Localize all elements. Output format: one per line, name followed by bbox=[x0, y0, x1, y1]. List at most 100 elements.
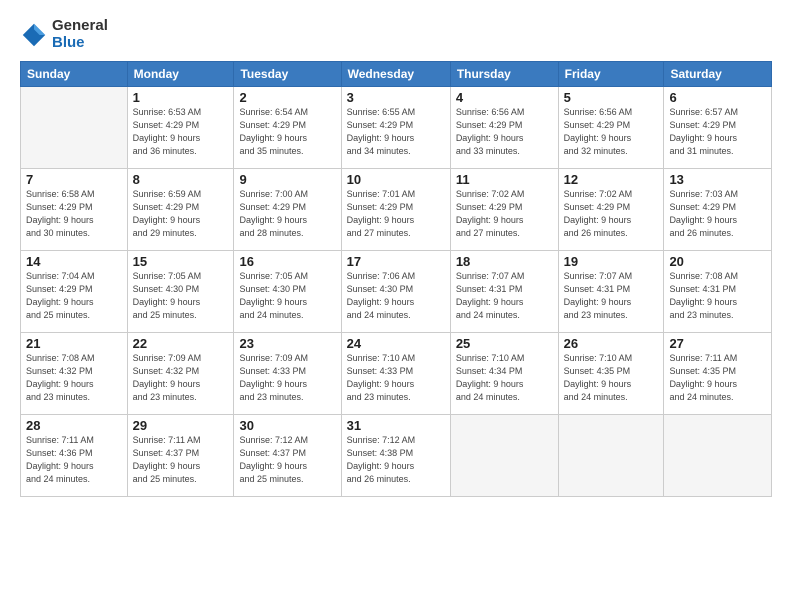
day-number: 11 bbox=[456, 172, 553, 187]
calendar-cell: 13Sunrise: 7:03 AMSunset: 4:29 PMDayligh… bbox=[664, 169, 772, 251]
calendar-cell: 21Sunrise: 7:08 AMSunset: 4:32 PMDayligh… bbox=[21, 333, 128, 415]
calendar-cell: 9Sunrise: 7:00 AMSunset: 4:29 PMDaylight… bbox=[234, 169, 341, 251]
calendar-cell: 1Sunrise: 6:53 AMSunset: 4:29 PMDaylight… bbox=[127, 87, 234, 169]
day-number: 10 bbox=[347, 172, 445, 187]
calendar-cell: 28Sunrise: 7:11 AMSunset: 4:36 PMDayligh… bbox=[21, 415, 128, 497]
day-info: Sunrise: 7:00 AMSunset: 4:29 PMDaylight:… bbox=[239, 188, 335, 240]
day-info: Sunrise: 7:11 AMSunset: 4:37 PMDaylight:… bbox=[133, 434, 229, 486]
page: General Blue SundayMondayTuesdayWednesda… bbox=[0, 0, 792, 612]
calendar-header-row: SundayMondayTuesdayWednesdayThursdayFrid… bbox=[21, 62, 772, 87]
day-number: 20 bbox=[669, 254, 766, 269]
logo-icon bbox=[20, 21, 48, 49]
day-number: 22 bbox=[133, 336, 229, 351]
calendar-cell bbox=[558, 415, 664, 497]
day-number: 15 bbox=[133, 254, 229, 269]
day-info: Sunrise: 7:05 AMSunset: 4:30 PMDaylight:… bbox=[133, 270, 229, 322]
day-info: Sunrise: 6:55 AMSunset: 4:29 PMDaylight:… bbox=[347, 106, 445, 158]
calendar-cell: 15Sunrise: 7:05 AMSunset: 4:30 PMDayligh… bbox=[127, 251, 234, 333]
day-info: Sunrise: 6:56 AMSunset: 4:29 PMDaylight:… bbox=[564, 106, 659, 158]
day-number: 13 bbox=[669, 172, 766, 187]
calendar-cell: 18Sunrise: 7:07 AMSunset: 4:31 PMDayligh… bbox=[450, 251, 558, 333]
day-info: Sunrise: 7:02 AMSunset: 4:29 PMDaylight:… bbox=[456, 188, 553, 240]
logo: General Blue bbox=[20, 18, 108, 51]
day-info: Sunrise: 6:57 AMSunset: 4:29 PMDaylight:… bbox=[669, 106, 766, 158]
logo-text: General Blue bbox=[52, 18, 108, 51]
calendar-cell: 29Sunrise: 7:11 AMSunset: 4:37 PMDayligh… bbox=[127, 415, 234, 497]
day-info: Sunrise: 7:10 AMSunset: 4:35 PMDaylight:… bbox=[564, 352, 659, 404]
day-number: 26 bbox=[564, 336, 659, 351]
calendar-cell: 19Sunrise: 7:07 AMSunset: 4:31 PMDayligh… bbox=[558, 251, 664, 333]
day-number: 24 bbox=[347, 336, 445, 351]
day-info: Sunrise: 7:12 AMSunset: 4:38 PMDaylight:… bbox=[347, 434, 445, 486]
calendar-cell: 6Sunrise: 6:57 AMSunset: 4:29 PMDaylight… bbox=[664, 87, 772, 169]
day-number: 1 bbox=[133, 90, 229, 105]
day-info: Sunrise: 7:09 AMSunset: 4:33 PMDaylight:… bbox=[239, 352, 335, 404]
day-info: Sunrise: 6:56 AMSunset: 4:29 PMDaylight:… bbox=[456, 106, 553, 158]
calendar-table: SundayMondayTuesdayWednesdayThursdayFrid… bbox=[20, 61, 772, 497]
calendar-cell: 22Sunrise: 7:09 AMSunset: 4:32 PMDayligh… bbox=[127, 333, 234, 415]
day-number: 2 bbox=[239, 90, 335, 105]
calendar-cell: 31Sunrise: 7:12 AMSunset: 4:38 PMDayligh… bbox=[341, 415, 450, 497]
day-number: 12 bbox=[564, 172, 659, 187]
day-info: Sunrise: 7:05 AMSunset: 4:30 PMDaylight:… bbox=[239, 270, 335, 322]
day-info: Sunrise: 7:12 AMSunset: 4:37 PMDaylight:… bbox=[239, 434, 335, 486]
day-info: Sunrise: 7:01 AMSunset: 4:29 PMDaylight:… bbox=[347, 188, 445, 240]
calendar-week-3: 14Sunrise: 7:04 AMSunset: 4:29 PMDayligh… bbox=[21, 251, 772, 333]
calendar-week-4: 21Sunrise: 7:08 AMSunset: 4:32 PMDayligh… bbox=[21, 333, 772, 415]
calendar-cell: 16Sunrise: 7:05 AMSunset: 4:30 PMDayligh… bbox=[234, 251, 341, 333]
calendar-cell: 14Sunrise: 7:04 AMSunset: 4:29 PMDayligh… bbox=[21, 251, 128, 333]
day-info: Sunrise: 6:53 AMSunset: 4:29 PMDaylight:… bbox=[133, 106, 229, 158]
calendar-cell: 12Sunrise: 7:02 AMSunset: 4:29 PMDayligh… bbox=[558, 169, 664, 251]
calendar-cell: 8Sunrise: 6:59 AMSunset: 4:29 PMDaylight… bbox=[127, 169, 234, 251]
calendar-week-1: 1Sunrise: 6:53 AMSunset: 4:29 PMDaylight… bbox=[21, 87, 772, 169]
calendar-cell: 25Sunrise: 7:10 AMSunset: 4:34 PMDayligh… bbox=[450, 333, 558, 415]
day-number: 14 bbox=[26, 254, 122, 269]
calendar-week-2: 7Sunrise: 6:58 AMSunset: 4:29 PMDaylight… bbox=[21, 169, 772, 251]
calendar-cell: 5Sunrise: 6:56 AMSunset: 4:29 PMDaylight… bbox=[558, 87, 664, 169]
day-number: 18 bbox=[456, 254, 553, 269]
calendar-cell: 20Sunrise: 7:08 AMSunset: 4:31 PMDayligh… bbox=[664, 251, 772, 333]
day-info: Sunrise: 6:59 AMSunset: 4:29 PMDaylight:… bbox=[133, 188, 229, 240]
header: General Blue bbox=[20, 18, 772, 51]
day-info: Sunrise: 7:07 AMSunset: 4:31 PMDaylight:… bbox=[456, 270, 553, 322]
day-header-tuesday: Tuesday bbox=[234, 62, 341, 87]
calendar-cell: 7Sunrise: 6:58 AMSunset: 4:29 PMDaylight… bbox=[21, 169, 128, 251]
day-number: 9 bbox=[239, 172, 335, 187]
day-number: 25 bbox=[456, 336, 553, 351]
day-number: 21 bbox=[26, 336, 122, 351]
day-info: Sunrise: 7:04 AMSunset: 4:29 PMDaylight:… bbox=[26, 270, 122, 322]
day-info: Sunrise: 6:58 AMSunset: 4:29 PMDaylight:… bbox=[26, 188, 122, 240]
day-info: Sunrise: 7:10 AMSunset: 4:33 PMDaylight:… bbox=[347, 352, 445, 404]
day-header-sunday: Sunday bbox=[21, 62, 128, 87]
day-number: 23 bbox=[239, 336, 335, 351]
calendar-cell: 26Sunrise: 7:10 AMSunset: 4:35 PMDayligh… bbox=[558, 333, 664, 415]
day-info: Sunrise: 7:08 AMSunset: 4:31 PMDaylight:… bbox=[669, 270, 766, 322]
calendar-cell bbox=[450, 415, 558, 497]
day-info: Sunrise: 6:54 AMSunset: 4:29 PMDaylight:… bbox=[239, 106, 335, 158]
calendar-cell: 27Sunrise: 7:11 AMSunset: 4:35 PMDayligh… bbox=[664, 333, 772, 415]
calendar-cell: 4Sunrise: 6:56 AMSunset: 4:29 PMDaylight… bbox=[450, 87, 558, 169]
day-header-friday: Friday bbox=[558, 62, 664, 87]
day-number: 16 bbox=[239, 254, 335, 269]
day-header-saturday: Saturday bbox=[664, 62, 772, 87]
day-number: 29 bbox=[133, 418, 229, 433]
day-info: Sunrise: 7:10 AMSunset: 4:34 PMDaylight:… bbox=[456, 352, 553, 404]
calendar-week-5: 28Sunrise: 7:11 AMSunset: 4:36 PMDayligh… bbox=[21, 415, 772, 497]
calendar-cell bbox=[21, 87, 128, 169]
day-info: Sunrise: 7:09 AMSunset: 4:32 PMDaylight:… bbox=[133, 352, 229, 404]
day-number: 8 bbox=[133, 172, 229, 187]
calendar-cell: 24Sunrise: 7:10 AMSunset: 4:33 PMDayligh… bbox=[341, 333, 450, 415]
day-number: 7 bbox=[26, 172, 122, 187]
calendar-cell: 10Sunrise: 7:01 AMSunset: 4:29 PMDayligh… bbox=[341, 169, 450, 251]
day-header-thursday: Thursday bbox=[450, 62, 558, 87]
day-info: Sunrise: 7:02 AMSunset: 4:29 PMDaylight:… bbox=[564, 188, 659, 240]
day-header-wednesday: Wednesday bbox=[341, 62, 450, 87]
day-number: 30 bbox=[239, 418, 335, 433]
calendar-cell: 17Sunrise: 7:06 AMSunset: 4:30 PMDayligh… bbox=[341, 251, 450, 333]
calendar-cell bbox=[664, 415, 772, 497]
calendar-cell: 3Sunrise: 6:55 AMSunset: 4:29 PMDaylight… bbox=[341, 87, 450, 169]
calendar-cell: 23Sunrise: 7:09 AMSunset: 4:33 PMDayligh… bbox=[234, 333, 341, 415]
day-number: 5 bbox=[564, 90, 659, 105]
day-info: Sunrise: 7:06 AMSunset: 4:30 PMDaylight:… bbox=[347, 270, 445, 322]
day-number: 31 bbox=[347, 418, 445, 433]
